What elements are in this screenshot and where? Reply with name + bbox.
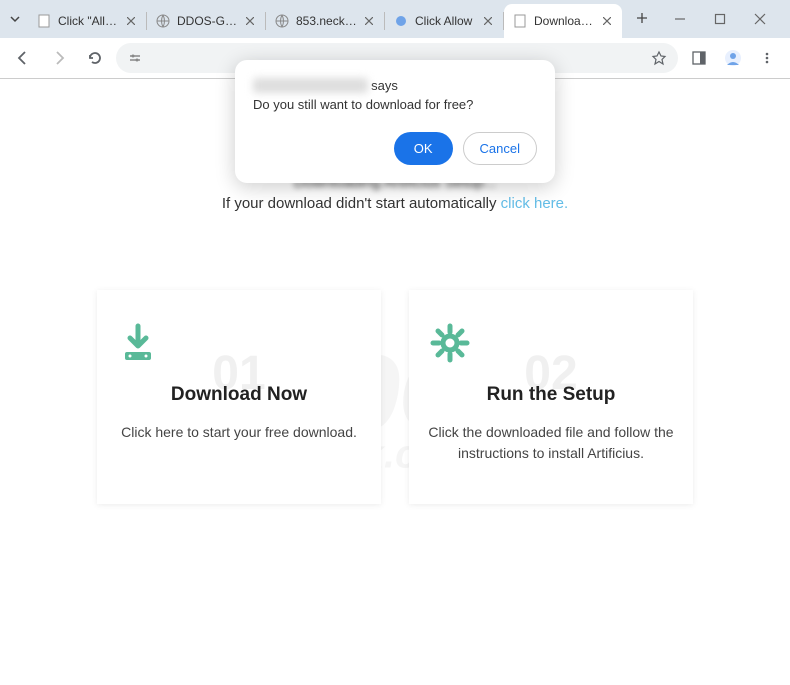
card-title: Run the Setup: [427, 384, 675, 406]
download-icon: [115, 320, 363, 366]
says-text: says: [368, 78, 398, 93]
js-dialog: ████████████ says Do you still want to d…: [235, 60, 555, 183]
back-button[interactable]: [8, 43, 38, 73]
tab-search-button[interactable]: [6, 7, 24, 31]
reload-button[interactable]: [80, 43, 110, 73]
profile-icon[interactable]: [718, 43, 748, 73]
close-icon[interactable]: [600, 14, 614, 28]
close-icon[interactable]: [124, 14, 138, 28]
card-title: Download Now: [115, 384, 363, 406]
tab-title: Download Ready: [534, 14, 596, 28]
maximize-button[interactable]: [706, 5, 734, 33]
tab-title: 853.neckloveham: [296, 14, 358, 28]
subline-text: If your download didn't start automatica…: [222, 195, 501, 212]
doc-icon: [36, 13, 52, 29]
card-run-setup[interactable]: 02 Run the Setup Click the downloaded fi…: [409, 290, 693, 504]
tab-ddos-guard[interactable]: DDOS-GUARD: [147, 4, 265, 38]
close-icon[interactable]: [243, 14, 257, 28]
cards-row: 01 Download Now Click here to start your…: [0, 290, 790, 504]
side-panel-icon[interactable]: [684, 43, 714, 73]
site-settings-icon[interactable]: [126, 49, 144, 67]
close-icon[interactable]: [362, 14, 376, 28]
click-here-link[interactable]: click here.: [501, 195, 569, 212]
new-tab-button[interactable]: [628, 4, 656, 32]
dialog-buttons: OK Cancel: [253, 132, 537, 165]
card-download-now[interactable]: 01 Download Now Click here to start your…: [97, 290, 381, 504]
tab-download-ready[interactable]: Download Ready: [504, 4, 622, 38]
globe-icon: [155, 13, 171, 29]
dialog-box: ████████████ says Do you still want to d…: [235, 60, 555, 183]
cancel-button[interactable]: Cancel: [463, 132, 537, 165]
ok-button[interactable]: OK: [394, 132, 453, 165]
forward-button[interactable]: [44, 43, 74, 73]
tab-click-allow-2[interactable]: Click Allow: [385, 4, 503, 38]
close-window-button[interactable]: [746, 5, 774, 33]
tab-title: DDOS-GUARD: [177, 14, 239, 28]
tab-necklovehan[interactable]: 853.neckloveham: [266, 4, 384, 38]
tab-click-allow-1[interactable]: Click "Allow": [28, 4, 146, 38]
star-icon[interactable]: [650, 49, 668, 67]
tab-title: Click "Allow": [58, 14, 120, 28]
c-icon: [393, 13, 409, 29]
doc-icon: [512, 13, 528, 29]
card-desc: Click here to start your free download.: [115, 422, 363, 443]
tab-strip: Click "Allow" DDOS-GUARD 853.neckloveham…: [28, 4, 656, 38]
origin-blurred: ████████████: [253, 78, 368, 93]
subheadline: If your download didn't start automatica…: [0, 195, 790, 212]
window-controls: [656, 5, 784, 33]
titlebar: Click "Allow" DDOS-GUARD 853.neckloveham…: [0, 0, 790, 38]
dialog-origin: ████████████ says: [253, 78, 537, 93]
dialog-message: Do you still want to download for free?: [253, 97, 537, 112]
gear-icon: [427, 320, 675, 366]
minimize-button[interactable]: [666, 5, 694, 33]
close-icon[interactable]: [481, 14, 495, 28]
menu-icon[interactable]: [752, 43, 782, 73]
globe-icon: [274, 13, 290, 29]
card-desc: Click the downloaded file and follow the…: [427, 422, 675, 464]
tab-title: Click Allow: [415, 14, 477, 28]
